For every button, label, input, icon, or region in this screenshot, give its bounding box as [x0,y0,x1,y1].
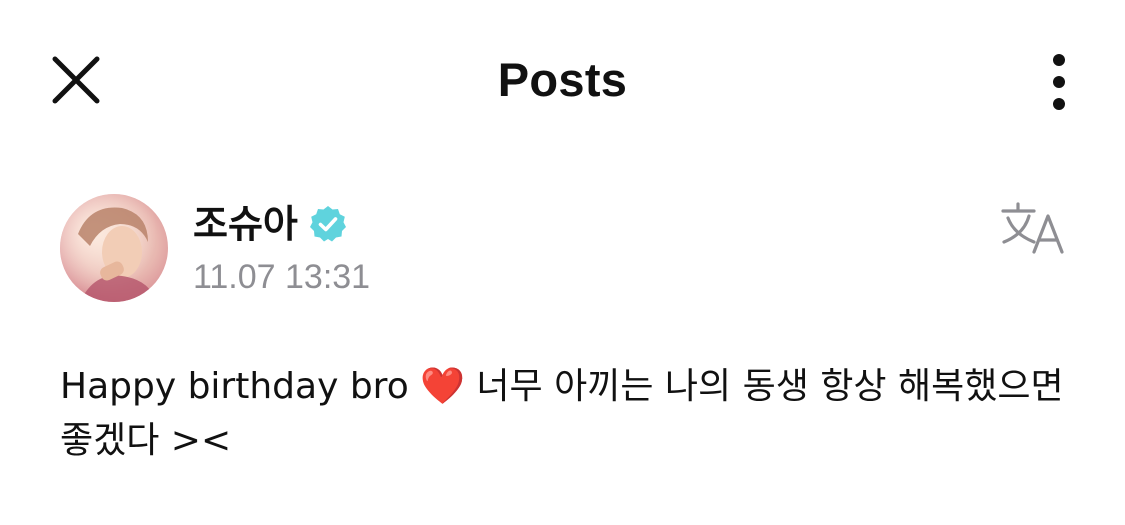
post-timestamp: 11.07 13:31 [193,258,371,296]
translate-icon [1001,202,1064,254]
post-body-text: Happy birthday bro ❤️ 너무 아끼는 나의 동생 항상 해복… [60,366,1076,461]
top-bar: Posts [0,0,1125,160]
avatar-image [60,194,168,302]
page-title: Posts [497,53,628,106]
author-name[interactable]: 조슈아 [193,193,298,248]
more-options-button[interactable] [1036,50,1082,114]
translate-button[interactable] [1000,200,1068,256]
verified-badge-icon [310,206,346,242]
avatar[interactable] [60,194,168,302]
